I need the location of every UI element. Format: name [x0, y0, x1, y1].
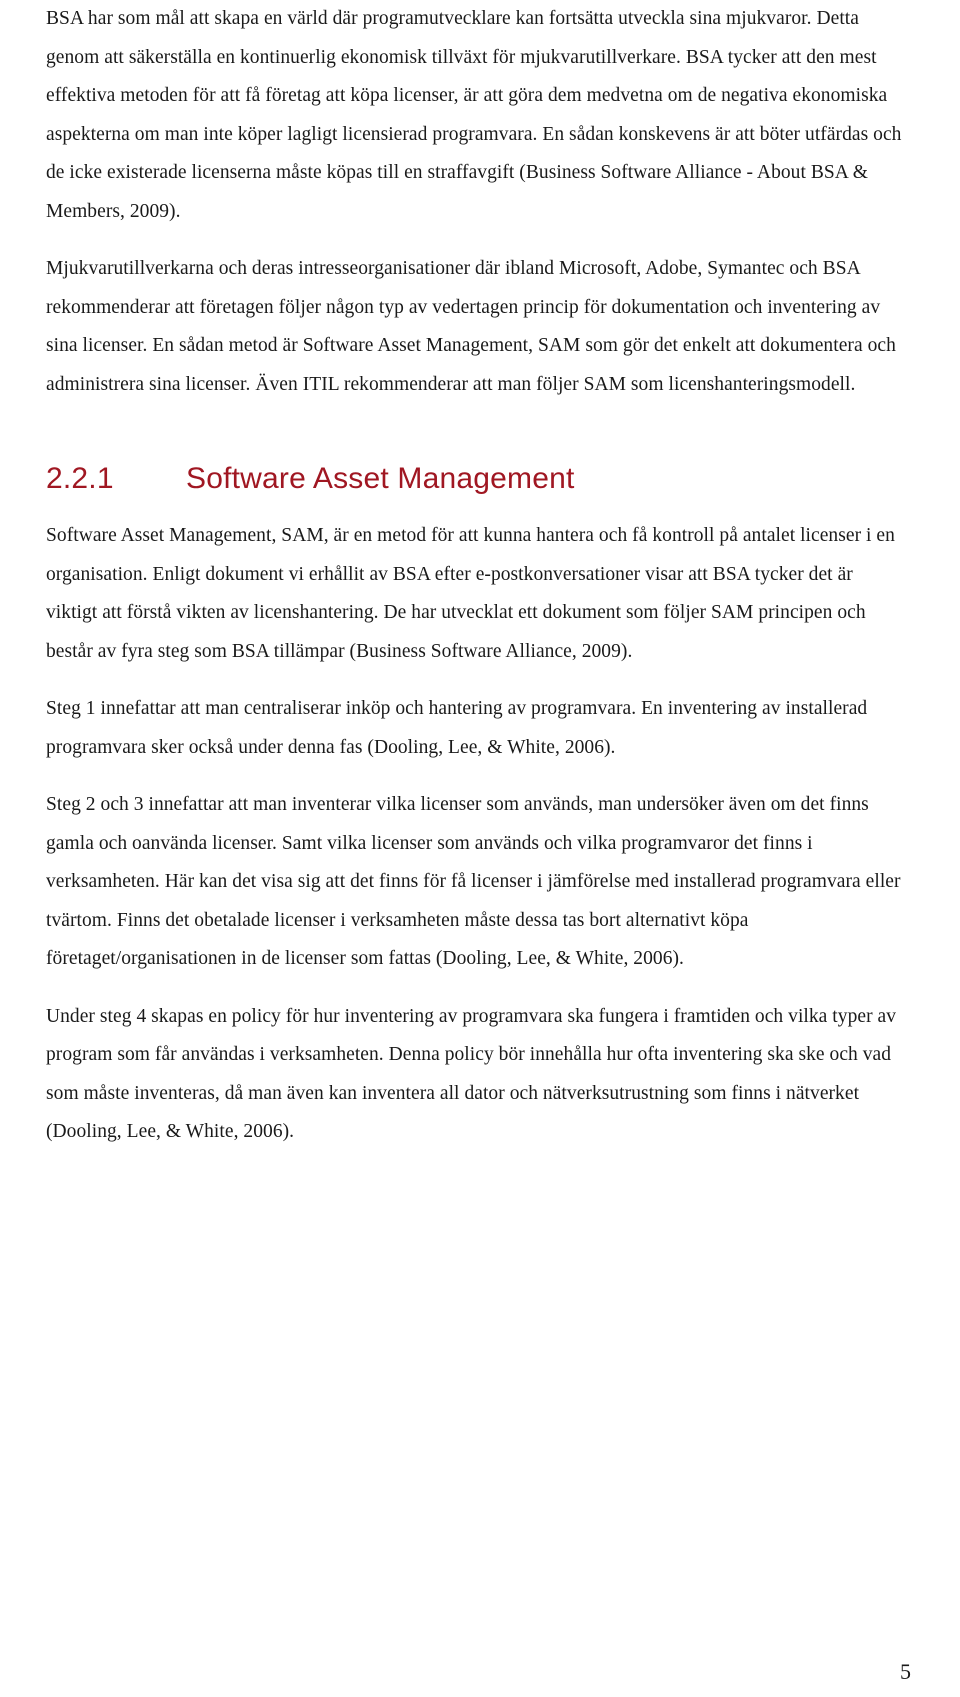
heading-spacer [46, 404, 902, 462]
paragraph-step-2-3: Steg 2 och 3 innefattar att man inventer… [46, 794, 901, 969]
paragraph-bsa-goal: BSA har som mål att skapa en värld där p… [46, 8, 902, 222]
paragraph-step-4: Under steg 4 skapas en policy för hur in… [46, 1005, 897, 1143]
paragraph-step-1: Steg 1 innefattar att man centraliserar … [46, 698, 868, 758]
section-heading-number: 2.2.1 [46, 462, 114, 495]
document-page: BSA har som mål att skapa en värld där p… [0, 0, 960, 1697]
page-number: 5 [900, 1659, 911, 1684]
after-heading-spacer [46, 496, 902, 517]
section-heading-title: Software Asset Management [186, 462, 575, 495]
page-content: BSA har som mål att skapa en värld där p… [46, 0, 902, 1152]
paragraph-sam-definition: Software Asset Management, SAM, är en me… [46, 525, 895, 662]
section-heading: 2.2.1 Software Asset Management [46, 462, 902, 496]
paragraph-software-vendors: Mjukvarutillverkarna och deras intresseo… [46, 258, 896, 395]
